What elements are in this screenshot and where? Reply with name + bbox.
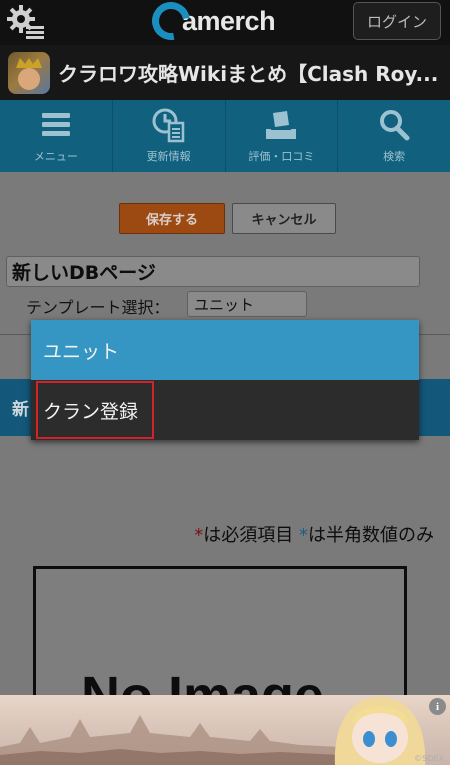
main-nav: メニュー 更新情報 評価・口コミ 検索 — [0, 100, 450, 172]
wiki-title-bar[interactable]: クラロワ攻略Wikiまとめ【Clash Roy... — [0, 45, 450, 100]
dropdown-option-unit[interactable]: ユニット — [31, 320, 419, 380]
nav-item-updates[interactable]: 更新情報 — [113, 100, 226, 172]
required-star: * — [194, 525, 204, 546]
logo-text: amerch — [182, 5, 276, 36]
site-title[interactable]: クラロワ攻略Wikiまとめ【Clash Roy... — [58, 58, 448, 87]
top-bar: amerch ログイン — [0, 0, 450, 48]
page-title-input[interactable]: 新しいDBページ — [6, 256, 420, 287]
template-select-label: テンプレート選択： — [26, 298, 170, 317]
clash-royale-app-icon — [8, 52, 50, 94]
halfwidth-star: * — [299, 525, 308, 546]
halfwidth-text: は半角数値のみ — [308, 525, 434, 546]
ad-credit: ©SOEX — [414, 754, 444, 763]
login-button[interactable]: ログイン — [353, 2, 441, 40]
template-dropdown: ユニット クラン登録 — [31, 320, 419, 440]
nav-label-rating: 評価・口コミ — [248, 150, 315, 163]
rating-icon — [266, 111, 297, 139]
dropdown-option-clan-register[interactable]: クラン登録 — [31, 380, 419, 440]
nav-item-search[interactable]: 検索 — [338, 100, 450, 172]
gamerch-logo[interactable]: amerch — [144, 0, 276, 48]
save-button[interactable]: 保存する — [119, 203, 225, 234]
ad-info-icon[interactable]: i — [429, 698, 446, 715]
nav-label-updates: 更新情報 — [146, 150, 191, 163]
template-select[interactable]: ユニット — [187, 291, 307, 317]
ad-banner[interactable]: i ©SOEX — [0, 695, 450, 765]
menu-icon — [41, 113, 70, 136]
settings-gear-icon[interactable] — [6, 4, 46, 40]
nav-label-search: 検索 — [383, 150, 406, 163]
highlight-box — [36, 381, 154, 439]
updates-icon — [152, 108, 184, 143]
nav-item-rating[interactable]: 評価・口コミ — [226, 100, 339, 172]
required-fields-note: *は必須項目 *は半角数値のみ — [194, 521, 434, 547]
nav-label-menu: メニュー — [33, 150, 78, 163]
nav-item-menu[interactable]: メニュー — [0, 100, 113, 172]
cancel-button[interactable]: キャンセル — [232, 203, 336, 234]
required-text: は必須項目 — [203, 525, 294, 546]
castle-illustration — [0, 715, 340, 765]
search-icon — [380, 110, 410, 141]
